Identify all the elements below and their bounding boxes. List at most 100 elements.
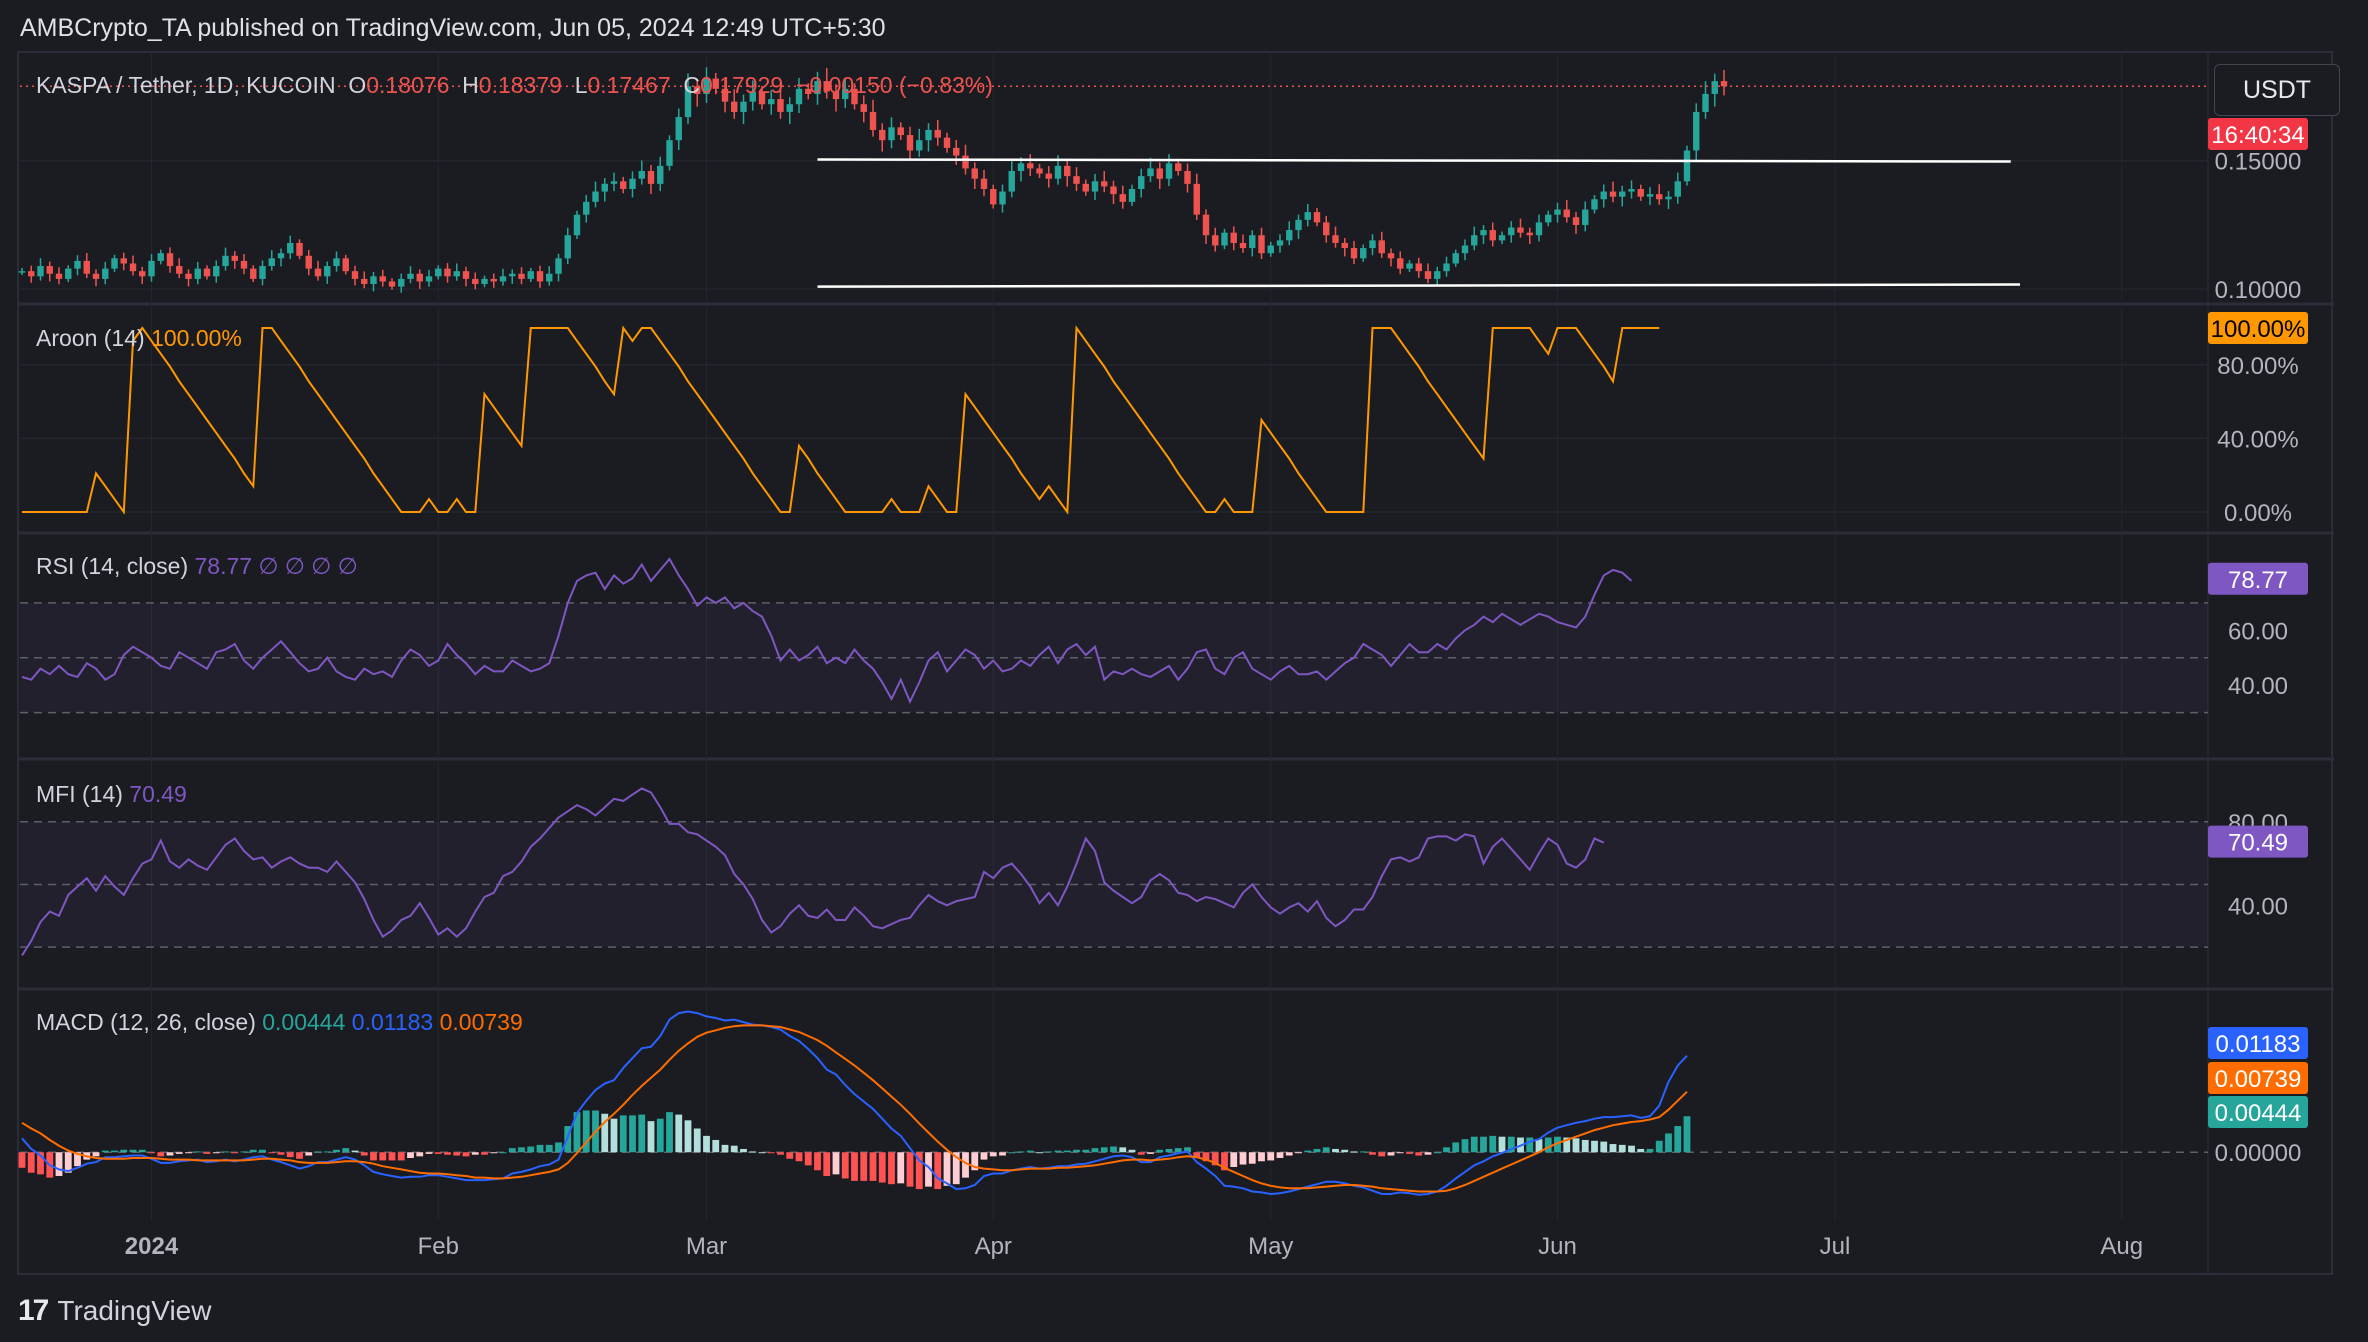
macd-histogram-bar bbox=[786, 1152, 794, 1159]
macd-histogram-bar bbox=[1646, 1148, 1654, 1153]
macd-histogram-bar bbox=[1304, 1150, 1312, 1153]
candle-body bbox=[1027, 163, 1034, 169]
rsi-axis-tick: 60.00 bbox=[2228, 618, 2288, 645]
macd-histogram-bar bbox=[305, 1152, 313, 1156]
candle-body bbox=[194, 268, 201, 279]
macd-histogram-bar bbox=[296, 1152, 303, 1159]
macd-histogram-bar bbox=[175, 1152, 183, 1154]
histogram-value-badge-text: 0.00444 bbox=[2215, 1100, 2302, 1127]
macd-histogram-bar bbox=[638, 1114, 646, 1153]
candle-body bbox=[1249, 235, 1256, 249]
candle-body bbox=[333, 258, 340, 267]
macd-histogram-bar bbox=[1165, 1148, 1173, 1153]
macd-histogram-bar bbox=[1433, 1152, 1441, 1154]
macd-histogram-bar bbox=[1498, 1136, 1506, 1153]
candle-body bbox=[1036, 168, 1043, 174]
candle-body bbox=[203, 268, 211, 277]
candle-body bbox=[1258, 235, 1265, 254]
candle-body bbox=[1498, 235, 1506, 241]
macd-histogram-bar bbox=[1267, 1152, 1275, 1161]
candle-body bbox=[731, 101, 738, 112]
candle-body bbox=[231, 255, 238, 261]
macd-histogram-bar bbox=[1378, 1152, 1386, 1157]
candle-body bbox=[1674, 181, 1681, 197]
price-axis-tick: 0.10000 bbox=[2215, 277, 2302, 304]
macd-histogram-bar bbox=[1443, 1147, 1450, 1153]
macd-histogram-bar bbox=[1082, 1149, 1090, 1153]
macd-histogram-bar bbox=[740, 1148, 747, 1153]
candle-body bbox=[666, 140, 673, 166]
candle-body bbox=[398, 278, 405, 287]
candle-body bbox=[518, 273, 525, 279]
macd-value-badge: 0.01183 bbox=[2208, 1027, 2308, 1059]
macd-histogram-bar bbox=[1295, 1152, 1302, 1154]
aroon-value-badge-text: 100.00% bbox=[2211, 316, 2306, 343]
mfi-axis-tick: 40.00 bbox=[2228, 893, 2288, 920]
candle-body bbox=[287, 242, 294, 254]
candle-body bbox=[1082, 183, 1089, 192]
x-axis-label: Mar bbox=[686, 1233, 727, 1260]
macd-histogram-bar bbox=[684, 1120, 692, 1153]
macd-histogram-bar bbox=[55, 1152, 63, 1176]
candle-body bbox=[1008, 171, 1015, 192]
macd-histogram-bar bbox=[1683, 1116, 1691, 1153]
macd-histogram-bar bbox=[1276, 1152, 1284, 1158]
candle-body bbox=[1582, 209, 1589, 225]
macd-histogram-bar bbox=[1174, 1148, 1182, 1153]
chart-canvas[interactable]: 2024 Feb Mar Apr May Jun Jul Aug 0.15000 0.10000 1… bbox=[0, 0, 2368, 1342]
candle-body bbox=[1341, 242, 1348, 249]
macd-histogram-bar bbox=[1581, 1139, 1589, 1153]
candle-body bbox=[1239, 242, 1247, 249]
macd-histogram-bar bbox=[897, 1152, 905, 1184]
macd-histogram-bar bbox=[851, 1152, 858, 1181]
x-axis-label: Feb bbox=[418, 1233, 459, 1260]
macd-histogram-bar bbox=[999, 1152, 1006, 1156]
macd-legend-value: 0.01183 bbox=[352, 1009, 440, 1035]
macd-histogram-bar bbox=[1480, 1136, 1487, 1153]
candle-body bbox=[1665, 196, 1672, 200]
candle-body bbox=[1656, 194, 1663, 200]
candle-body bbox=[176, 266, 183, 274]
candle-body bbox=[148, 260, 155, 277]
mfi-value-badge: 70.49 bbox=[2208, 825, 2308, 858]
candle-body bbox=[740, 101, 747, 112]
candle-body bbox=[351, 271, 359, 279]
candle-body bbox=[1526, 232, 1533, 236]
candle-body bbox=[1563, 209, 1570, 218]
price-legend: KASPA / Tether, 1D, KUCOIN O0.18076 H0.1… bbox=[36, 72, 993, 98]
macd-histogram-bar bbox=[342, 1148, 350, 1153]
macd-histogram-bar bbox=[314, 1151, 322, 1153]
candle-body bbox=[1443, 263, 1450, 272]
candle-body bbox=[1128, 188, 1136, 202]
signal-value-badge-text: 0.00739 bbox=[2215, 1066, 2302, 1093]
candle-body bbox=[638, 171, 645, 179]
macd-histogram-bar bbox=[1128, 1149, 1136, 1153]
candle-body bbox=[990, 188, 997, 205]
candle-body bbox=[527, 271, 534, 279]
macd-histogram-bar bbox=[1628, 1145, 1635, 1153]
candle-body bbox=[1397, 258, 1404, 269]
macd-histogram-bar bbox=[249, 1149, 257, 1153]
macd-histogram-bar bbox=[1359, 1151, 1367, 1153]
candle-body bbox=[250, 268, 257, 279]
macd-histogram-bar bbox=[508, 1148, 516, 1153]
candle-body bbox=[1489, 230, 1496, 241]
macd-histogram-bar bbox=[943, 1152, 951, 1186]
x-axis-label: Apr bbox=[975, 1233, 1012, 1260]
candle-body bbox=[1184, 171, 1191, 184]
candle-body bbox=[1720, 81, 1728, 87]
candle-body bbox=[1054, 165, 1062, 179]
macd-histogram-bar bbox=[462, 1152, 470, 1157]
currency-button[interactable]: USDT bbox=[2214, 64, 2340, 116]
candle-body bbox=[906, 135, 914, 151]
macd-histogram-bar bbox=[185, 1152, 192, 1154]
candle-body bbox=[370, 276, 377, 285]
macd-histogram-bar bbox=[1526, 1137, 1534, 1153]
macd-histogram-bar bbox=[129, 1149, 137, 1153]
macd-histogram-bar bbox=[555, 1142, 562, 1153]
candle-body bbox=[1600, 191, 1607, 200]
price-legend-part: L bbox=[575, 72, 588, 98]
macd-histogram-bar bbox=[434, 1152, 442, 1154]
macd-histogram-bar bbox=[1591, 1140, 1598, 1153]
candle-body bbox=[490, 278, 497, 282]
